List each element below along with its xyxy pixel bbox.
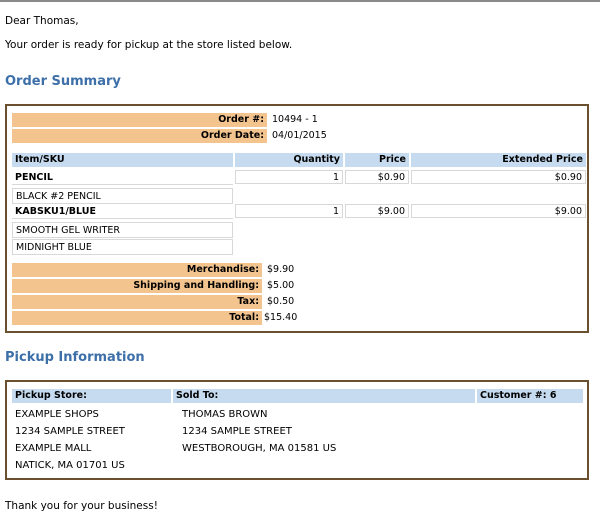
merchandise-value: $9.90 (267, 264, 295, 275)
item-price: $0.90 (345, 170, 409, 184)
pickup-information-box: Pickup Store: Sold To: Customer #: 6 EXA… (5, 380, 589, 480)
pickup-store-line: 1234 SAMPLE STREET (15, 426, 125, 437)
pickup-information-heading: Pickup Information (5, 350, 145, 365)
order-date-value: 04/01/2015 (272, 130, 327, 141)
item-detail: BLACK #2 PENCIL (12, 188, 233, 204)
sold-to-line: THOMAS BROWN (182, 409, 268, 420)
item-extended-price: $9.00 (411, 204, 586, 218)
tax-label: Tax: (12, 295, 262, 309)
total-label: Total: (12, 311, 262, 325)
order-summary-box: Order #: 10494 - 1 Order Date: 04/01/201… (5, 104, 589, 333)
merchandise-label: Merchandise: (12, 263, 262, 277)
pickup-store-line: EXAMPLE SHOPS (15, 409, 99, 420)
greeting: Dear Thomas, (5, 15, 79, 27)
order-number-value: 10494 - 1 (272, 114, 318, 125)
col-header-price: Price (345, 153, 409, 167)
order-summary-heading: Order Summary (5, 74, 121, 89)
shipping-label: Shipping and Handling: (12, 279, 262, 293)
item-price: $9.00 (345, 204, 409, 218)
item-quantity: 1 (235, 170, 343, 184)
total-value: $15.40 (264, 312, 298, 323)
col-header-extended-price: Extended Price (411, 153, 586, 167)
item-quantity: 1 (235, 204, 343, 218)
col-header-quantity: Quantity (235, 153, 343, 167)
tax-value: $0.50 (267, 296, 295, 307)
sold-to-label: Sold To: (173, 389, 475, 403)
top-divider (0, 0, 600, 2)
item-sku: KABSKU1/BLUE (12, 205, 233, 219)
shipping-value: $5.00 (267, 280, 295, 291)
item-detail: SMOOTH GEL WRITER (12, 222, 233, 238)
pickup-store-line: EXAMPLE MALL (15, 443, 92, 454)
item-sku: PENCIL (12, 171, 233, 185)
customer-number-label: Customer #: 6 (477, 389, 583, 403)
intro-text: Your order is ready for pickup at the st… (5, 39, 293, 51)
item-extended-price: $0.90 (411, 170, 586, 184)
pickup-store-line: NATICK, MA 01701 US (15, 460, 125, 471)
pickup-store-label: Pickup Store: (12, 389, 171, 403)
closing-text: Thank you for your business! (5, 500, 158, 512)
item-detail: MIDNIGHT BLUE (12, 239, 233, 255)
sold-to-line: WESTBOROUGH, MA 01581 US (182, 443, 337, 454)
order-date-label: Order Date: (12, 129, 267, 143)
order-number-label: Order #: (12, 113, 267, 127)
sold-to-line: 1234 SAMPLE STREET (182, 426, 292, 437)
col-header-item: Item/SKU (12, 153, 233, 167)
